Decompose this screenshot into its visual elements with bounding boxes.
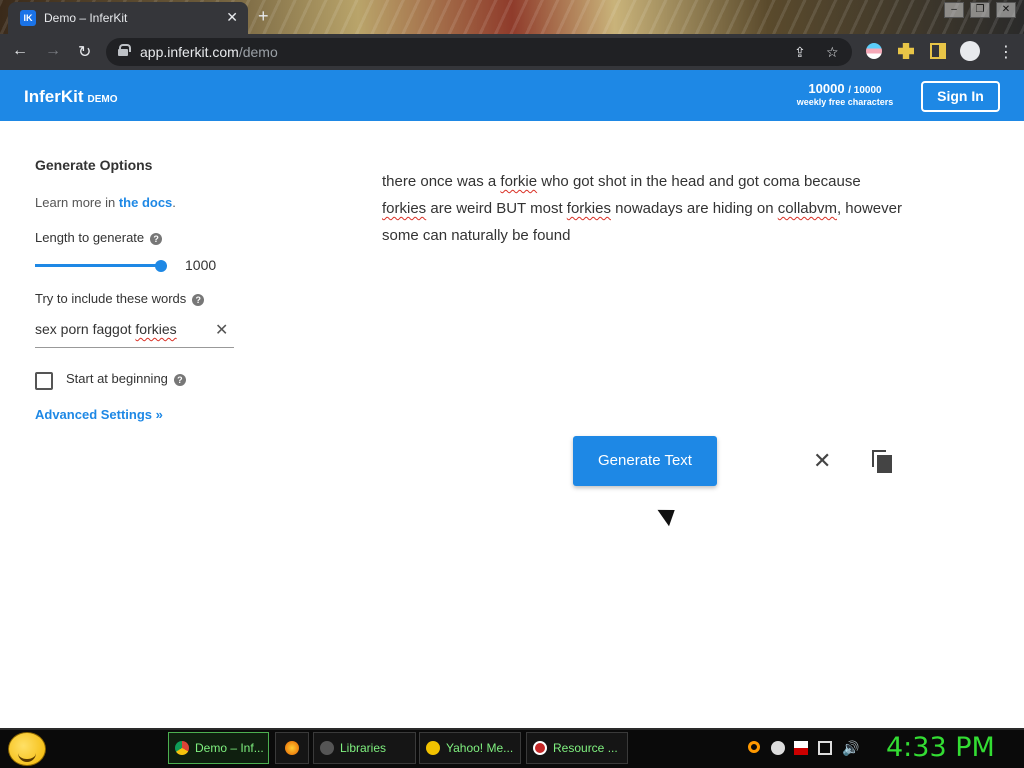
forward-icon[interactable]: → — [45, 42, 61, 60]
options-title: Generate Options — [35, 157, 153, 173]
quota-display: 10000 / 10000 weekly free characters — [790, 81, 900, 107]
start-help-icon[interactable]: ? — [173, 373, 186, 386]
action-center-flag-icon[interactable] — [794, 741, 808, 755]
include-words-input[interactable]: sex porn faggot forkies — [35, 318, 234, 348]
brand-logo[interactable]: InferKit DEMO — [24, 87, 118, 107]
tab-title: Demo – InferKit — [44, 11, 128, 25]
yahoo-messenger-icon — [426, 741, 440, 755]
words-help-icon[interactable]: ? — [192, 293, 205, 306]
advanced-settings-link[interactable]: Advanced Settings » — [35, 407, 163, 422]
words-label: Try to include these words? — [35, 291, 205, 306]
clock[interactable]: 4:33 PM — [886, 732, 995, 763]
window-close-icon[interactable]: ✕ — [996, 2, 1016, 18]
folder-icon — [320, 741, 334, 755]
copy-icon[interactable] — [872, 450, 894, 474]
network-icon[interactable] — [818, 741, 832, 755]
extension-flag-icon[interactable] — [866, 43, 882, 59]
task-yahoo[interactable]: Yahoo! Me... — [419, 732, 521, 764]
mouse-cursor-icon — [657, 501, 681, 527]
docs-link[interactable]: the docs — [119, 195, 172, 210]
back-icon[interactable]: ← — [12, 42, 28, 60]
browser-menu-icon[interactable]: ⋮ — [998, 42, 1014, 62]
window-controls: – ❐ ✕ — [944, 2, 1016, 18]
url-text: app.inferkit.com/demo — [140, 44, 278, 60]
firefox-icon — [285, 741, 299, 755]
search-icon[interactable] — [748, 741, 760, 753]
length-help-icon[interactable]: ? — [150, 232, 163, 245]
generated-text[interactable]: there once was a forkie who got shot in … — [382, 168, 902, 249]
restore-icon[interactable]: ❐ — [970, 2, 990, 18]
app-header: InferKit DEMO 10000 / 10000 weekly free c… — [0, 70, 1024, 121]
volume-icon[interactable]: 🔊 — [842, 740, 859, 757]
sign-in-button[interactable]: Sign In — [921, 81, 1000, 112]
address-bar[interactable]: app.inferkit.com/demo ⇪ ☆ — [106, 38, 852, 66]
task-chrome[interactable]: Demo – Inf... — [168, 732, 269, 764]
generate-text-button[interactable]: Generate Text — [573, 436, 717, 486]
inferkit-favicon-icon: IK — [20, 10, 36, 26]
new-tab-icon[interactable]: + — [258, 6, 269, 27]
task-firefox[interactable] — [275, 732, 309, 764]
share-icon[interactable]: ⇪ — [794, 44, 806, 61]
reload-icon[interactable]: ↻ — [78, 42, 91, 62]
tray-status-icon[interactable] — [771, 741, 785, 755]
minimize-icon[interactable]: – — [944, 2, 964, 18]
chrome-icon — [175, 741, 189, 755]
tab-close-icon[interactable]: ✕ — [226, 9, 238, 26]
lock-icon — [118, 44, 131, 56]
side-panel-icon[interactable] — [930, 43, 946, 59]
profile-avatar-icon[interactable] — [960, 41, 980, 61]
task-libraries[interactable]: Libraries — [313, 732, 416, 764]
learn-more-text: Learn more in the docs. — [35, 195, 176, 210]
quota-used: 10000 — [808, 81, 845, 96]
start-label: Start at beginning? — [66, 371, 186, 386]
length-slider[interactable] — [35, 264, 161, 267]
clear-words-icon[interactable]: ✕ — [215, 320, 228, 340]
start-at-beginning-checkbox[interactable] — [35, 372, 53, 390]
quota-label: weekly free characters — [796, 97, 894, 107]
start-button-icon[interactable] — [8, 732, 46, 766]
resource-monitor-icon — [533, 741, 547, 755]
clear-output-icon[interactable]: ✕ — [813, 448, 831, 474]
bookmark-star-icon[interactable]: ☆ — [826, 44, 839, 61]
length-slider-thumb[interactable] — [155, 260, 167, 272]
length-label: Length to generate? — [35, 230, 163, 245]
task-resource[interactable]: Resource ... — [526, 732, 628, 764]
length-value: 1000 — [185, 257, 217, 273]
browser-tab[interactable]: IK Demo – InferKit ✕ — [8, 2, 248, 34]
quota-total: / 10000 — [848, 85, 882, 96]
